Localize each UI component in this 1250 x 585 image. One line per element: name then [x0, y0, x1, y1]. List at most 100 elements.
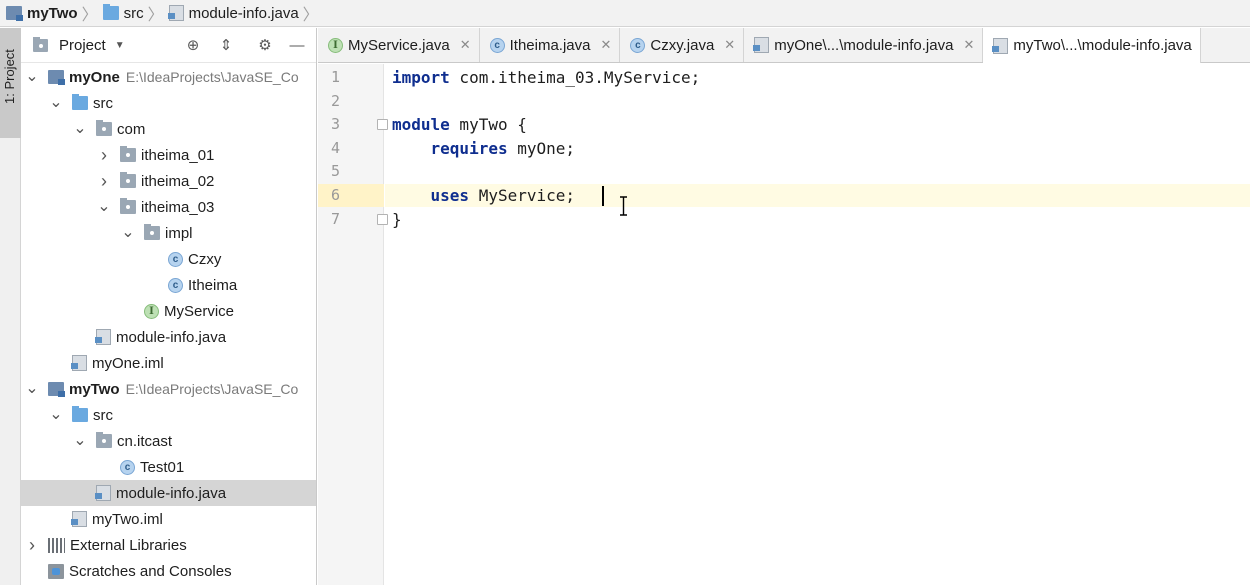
- editor-tab-label: Czxy.java: [650, 36, 715, 54]
- chevron-down-icon[interactable]: ⌄: [121, 225, 135, 241]
- tree-item[interactable]: c Czxy: [21, 246, 316, 272]
- tree-item[interactable]: c Itheima: [21, 272, 316, 298]
- code-text: MyService;: [469, 186, 576, 205]
- tree-item-label: Itheima: [188, 276, 238, 294]
- tree-item[interactable]: Scratches and Consoles: [21, 558, 316, 584]
- scratches-icon: [48, 563, 64, 579]
- breadcrumb-item[interactable]: myTwo: [6, 0, 78, 27]
- tree-item[interactable]: module-info.java: [21, 480, 316, 506]
- tree-item[interactable]: › itheima_01: [21, 142, 316, 168]
- tool-window-stripe: 1: Project: [0, 28, 21, 585]
- locate-icon[interactable]: ⊕: [184, 37, 202, 55]
- editor-tab[interactable]: myTwo\...\module-info.java: [983, 28, 1201, 63]
- editor-tab[interactable]: c Itheima.java ✕: [480, 28, 621, 62]
- code-text: myTwo {: [449, 115, 527, 135]
- line-number: 7: [330, 209, 340, 228]
- project-view-selector[interactable]: Project ▼: [59, 37, 125, 54]
- tree-item-label: Scratches and Consoles: [69, 562, 232, 580]
- tree-item-label: myOne: [69, 68, 120, 86]
- tree-item[interactable]: › itheima_02: [21, 168, 316, 194]
- class-icon: c: [489, 37, 505, 53]
- editor-tab[interactable]: c Czxy.java ✕: [620, 28, 745, 62]
- tree-item-label: myTwo: [69, 380, 120, 398]
- breadcrumb: myTwo 〉 src 〉 module-info.java 〉: [0, 0, 1250, 27]
- module-icon: [48, 382, 65, 397]
- fold-marker-icon[interactable]: [377, 213, 388, 225]
- project-tool-window-tab[interactable]: 1: Project: [0, 28, 21, 138]
- class-icon: c: [168, 277, 183, 293]
- tree-item[interactable]: ⌄ cn.itcast: [21, 428, 316, 454]
- collapse-all-icon[interactable]: ⇕: [217, 37, 235, 55]
- project-panel-title: Project: [59, 36, 106, 54]
- chevron-down-icon[interactable]: ⌄: [25, 69, 39, 85]
- hide-panel-icon[interactable]: —: [288, 37, 306, 55]
- java-file-icon: [71, 511, 87, 527]
- source-folder-icon: [102, 4, 119, 20]
- tree-item[interactable]: I MyService: [21, 298, 316, 324]
- chevron-right-icon[interactable]: ›: [97, 171, 111, 192]
- code-line: uses MyService;: [392, 184, 576, 207]
- tree-item[interactable]: › External Libraries: [21, 532, 316, 558]
- tree-item[interactable]: ⌄ impl: [21, 220, 316, 246]
- code-keyword: module: [392, 115, 450, 135]
- package-icon: [144, 224, 160, 240]
- chevron-down-icon[interactable]: ⌄: [25, 381, 39, 397]
- line-number: 3: [330, 115, 340, 134]
- editor-tab-label: myTwo\...\module-info.java: [1013, 37, 1192, 54]
- tree-item[interactable]: ⌄ itheima_03: [21, 194, 316, 220]
- tree-item[interactable]: myTwo.iml: [21, 506, 316, 532]
- tree-item-label: MyService: [164, 302, 235, 320]
- editor-tab[interactable]: I MyService.java ✕: [318, 28, 480, 62]
- java-file-icon: [95, 329, 111, 345]
- tree-item[interactable]: ⌄ src: [21, 402, 316, 428]
- fold-marker-icon[interactable]: [377, 119, 388, 131]
- code-text: }: [392, 209, 402, 229]
- tree-item[interactable]: c Test01: [21, 454, 316, 480]
- tree-item[interactable]: myOne.iml: [21, 350, 316, 376]
- text-caret: [602, 186, 604, 206]
- project-panel-header: Project ▼ ⊕ ⇕ ⚙ —: [21, 28, 316, 63]
- chevron-down-icon[interactable]: ⌄: [49, 95, 63, 111]
- tree-item-label: itheima_02: [141, 172, 215, 190]
- close-icon[interactable]: ✕: [963, 37, 974, 53]
- module-icon: [48, 70, 65, 85]
- java-file-icon: [71, 355, 87, 371]
- tree-item[interactable]: ⌄ myOne E:\IdeaProjects\JavaSE_Co: [21, 64, 316, 90]
- code-keyword: requires: [430, 138, 508, 158]
- gear-icon[interactable]: ⚙: [256, 37, 274, 55]
- breadcrumb-item[interactable]: src: [102, 0, 144, 27]
- chevron-down-icon[interactable]: ⌄: [97, 199, 111, 215]
- tree-item-label: myTwo.iml: [92, 510, 163, 528]
- editor-tab[interactable]: myOne\...\module-info.java ✕: [744, 28, 984, 62]
- module-path: E:\IdeaProjects\JavaSE_Co: [125, 69, 299, 85]
- line-number: 2: [330, 91, 340, 110]
- package-icon: [120, 198, 136, 214]
- tree-item-label: myOne.iml: [92, 354, 164, 372]
- chevron-down-icon[interactable]: ⌄: [49, 407, 63, 423]
- editor-tab-label: MyService.java: [348, 36, 450, 54]
- tree-item[interactable]: ⌄ src: [21, 90, 316, 116]
- project-tool-tab-label: 1: Project: [2, 49, 17, 104]
- java-file-icon: [992, 37, 1009, 54]
- chevron-down-icon[interactable]: ⌄: [73, 121, 87, 137]
- tree-item[interactable]: ⌄ com: [21, 116, 316, 142]
- close-icon[interactable]: ✕: [600, 37, 611, 53]
- close-icon[interactable]: ✕: [460, 37, 471, 53]
- chevron-right-icon[interactable]: ›: [97, 145, 111, 166]
- interface-icon: I: [144, 303, 159, 319]
- line-number: 1: [330, 68, 340, 86]
- tree-item[interactable]: module-info.java: [21, 324, 316, 350]
- code-keyword: uses: [430, 186, 470, 205]
- breadcrumb-item[interactable]: module-info.java: [167, 0, 299, 27]
- tree-item-label: module-info.java: [116, 328, 227, 346]
- libraries-icon: [48, 537, 65, 553]
- editor-tab-bar: I MyService.java ✕ c Itheima.java ✕ c Czxy.java…: [318, 28, 1250, 63]
- project-panel: Project ▼ ⊕ ⇕ ⚙ — ⌄ myOne E:\IdeaProjects\…: [21, 28, 317, 585]
- chevron-down-icon[interactable]: ⌄: [73, 433, 87, 449]
- tree-item[interactable]: ⌄ myTwo E:\IdeaProjects\JavaSE_Co: [21, 376, 316, 402]
- chevron-right-icon[interactable]: ›: [25, 535, 39, 556]
- tree-item-label: Test01: [140, 458, 185, 476]
- editor-tab-label: myOne\...\module-info.java: [774, 36, 954, 54]
- close-icon[interactable]: ✕: [724, 37, 735, 53]
